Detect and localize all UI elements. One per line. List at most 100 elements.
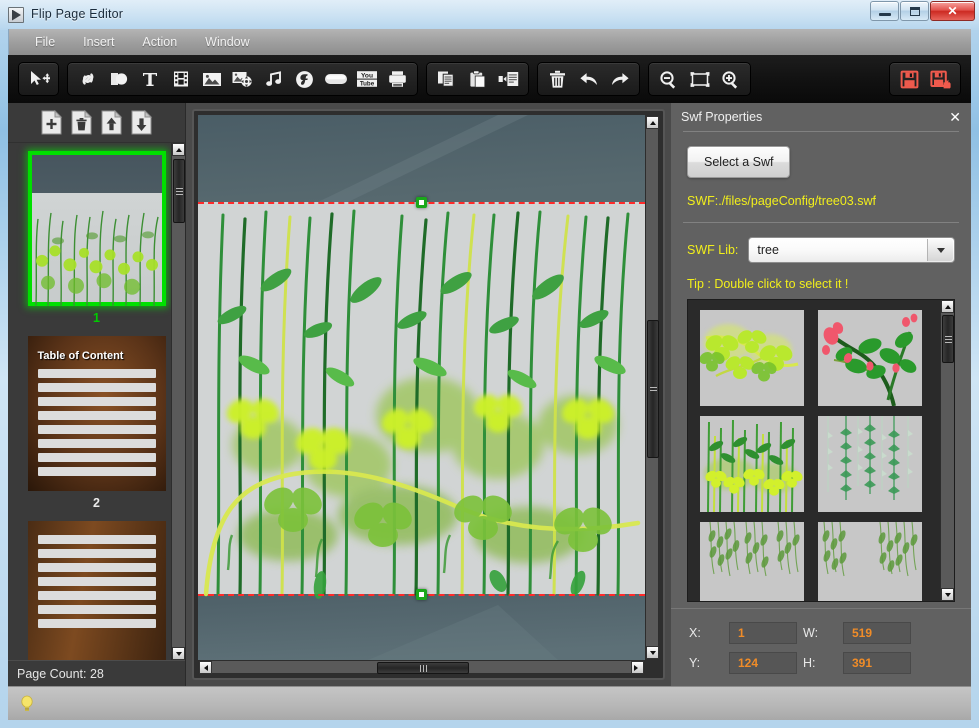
swf-item-willow-left[interactable] bbox=[700, 522, 804, 601]
move-page-down-button[interactable] bbox=[130, 109, 153, 135]
move-page-up-button[interactable] bbox=[100, 109, 123, 135]
h-label: H: bbox=[803, 655, 816, 670]
page-thumbnail-item[interactable]: 1 bbox=[27, 151, 167, 334]
h-input[interactable]: 391 bbox=[843, 651, 911, 674]
redo-button[interactable] bbox=[605, 65, 634, 93]
image-icon bbox=[202, 72, 221, 86]
pages-scroll-down-button[interactable] bbox=[172, 647, 185, 660]
music-button[interactable] bbox=[259, 65, 288, 93]
zoom-out-button[interactable] bbox=[654, 65, 683, 93]
save-button[interactable] bbox=[895, 65, 924, 93]
page-thumbnail-item[interactable]: Table of Content 2 bbox=[27, 336, 167, 519]
swf-library-grid[interactable] bbox=[687, 299, 955, 602]
zoom-in-icon bbox=[722, 70, 738, 89]
swf-item-vines-pale[interactable] bbox=[818, 416, 922, 512]
film-button[interactable] bbox=[166, 65, 195, 93]
x-input[interactable]: 1 bbox=[729, 621, 797, 644]
swf-scroll-down-button[interactable] bbox=[941, 588, 954, 601]
page2-title: Table of Content bbox=[37, 350, 124, 362]
canvas-viewport[interactable] bbox=[198, 115, 645, 660]
swf-item-flower-red[interactable] bbox=[818, 310, 922, 406]
menu-item-action[interactable]: Action bbox=[128, 31, 191, 53]
canvas-scroll-down-button[interactable] bbox=[646, 646, 659, 659]
pages-thumbnail-list[interactable]: 1 Table of Content 2 bbox=[8, 143, 185, 660]
add-page-button[interactable] bbox=[40, 109, 63, 135]
canvas-vscrollbar-thumb[interactable] bbox=[647, 320, 659, 458]
pages-toolbar bbox=[8, 103, 185, 143]
toolbar-group-select bbox=[18, 62, 59, 96]
swf-item-willow-right[interactable] bbox=[818, 522, 922, 601]
close-icon: ✕ bbox=[947, 4, 958, 18]
save-as-button[interactable] bbox=[926, 65, 955, 93]
properties-header: Swf Properties ✕ bbox=[671, 103, 971, 131]
chevron-down-icon[interactable] bbox=[927, 239, 953, 261]
swf-lib-label: SWF Lib: bbox=[687, 243, 739, 257]
youtube-button[interactable]: You Tube bbox=[352, 65, 381, 93]
multimedia-button[interactable] bbox=[228, 65, 257, 93]
shape-button[interactable] bbox=[104, 65, 133, 93]
lightbulb-icon[interactable] bbox=[20, 695, 34, 713]
swf-grid-scrollbar-thumb[interactable] bbox=[942, 315, 954, 363]
toolbar-group-clipboard bbox=[426, 62, 529, 96]
undo-button[interactable] bbox=[574, 65, 603, 93]
w-input[interactable]: 519 bbox=[843, 621, 911, 644]
button-button[interactable] bbox=[321, 65, 350, 93]
toc-line bbox=[37, 397, 156, 406]
page-thumbnail-item[interactable] bbox=[27, 521, 167, 660]
swf-item-sprouts-yellow[interactable] bbox=[700, 416, 804, 512]
canvas-scroll-left-button[interactable] bbox=[199, 661, 212, 674]
resize-handle-top[interactable] bbox=[416, 197, 427, 208]
menu-item-file[interactable]: File bbox=[21, 31, 69, 53]
close-panel-icon[interactable]: ✕ bbox=[949, 109, 961, 126]
pages-scroll-up-button[interactable] bbox=[172, 143, 185, 156]
delete-button[interactable] bbox=[543, 65, 572, 93]
delete-page-button[interactable] bbox=[70, 109, 93, 135]
text-button[interactable] bbox=[135, 65, 164, 93]
flower-red-thumb bbox=[818, 310, 922, 406]
duplicate-button[interactable] bbox=[494, 65, 523, 93]
fit-screen-button[interactable] bbox=[685, 65, 714, 93]
object-coordinates: X: 1 W: 519 Y: 124 H: 391 bbox=[671, 608, 971, 686]
toc-line bbox=[37, 563, 156, 572]
menu-item-insert[interactable]: Insert bbox=[69, 31, 128, 53]
swf-grid-scrollbar[interactable] bbox=[940, 300, 954, 601]
toc-line bbox=[37, 411, 156, 420]
zoom-in-button[interactable] bbox=[716, 65, 745, 93]
canvas-scroll-up-button[interactable] bbox=[646, 116, 659, 129]
select-swf-button[interactable]: Select a Swf bbox=[687, 146, 791, 178]
flash-icon bbox=[296, 70, 313, 88]
page-number-label: 2 bbox=[93, 496, 100, 510]
copy-button[interactable] bbox=[432, 65, 461, 93]
menu-item-window[interactable]: Window bbox=[191, 31, 263, 53]
paste-button[interactable] bbox=[463, 65, 492, 93]
page-thumbnail-2[interactable]: Table of Content bbox=[27, 336, 166, 491]
pages-scrollbar[interactable] bbox=[171, 143, 185, 660]
window-controls: ✕ bbox=[870, 1, 975, 21]
delete-page-icon bbox=[71, 109, 93, 135]
swf-item-clover-bright[interactable] bbox=[700, 310, 804, 406]
image-button[interactable] bbox=[197, 65, 226, 93]
canvas-hscrollbar-thumb[interactable] bbox=[377, 662, 469, 674]
resize-handle-bottom[interactable] bbox=[416, 589, 427, 600]
swf-lib-select[interactable]: tree bbox=[748, 237, 955, 263]
page1-artwork bbox=[34, 211, 159, 306]
swf-scroll-up-button[interactable] bbox=[941, 300, 954, 313]
youtube-icon: You Tube bbox=[356, 71, 377, 88]
canvas-vscrollbar[interactable] bbox=[645, 115, 659, 660]
canvas-scroll-right-button[interactable] bbox=[631, 661, 644, 674]
pages-scrollbar-thumb[interactable] bbox=[173, 159, 185, 223]
page-thumbnail-3[interactable] bbox=[27, 521, 166, 660]
maximize-button[interactable] bbox=[900, 1, 929, 21]
canvas-frame bbox=[192, 109, 665, 680]
link-button[interactable] bbox=[73, 65, 102, 93]
pointer-move-button[interactable] bbox=[24, 65, 53, 93]
close-button[interactable]: ✕ bbox=[930, 1, 975, 21]
flash-button[interactable] bbox=[290, 65, 319, 93]
chevron-right-icon bbox=[634, 664, 641, 671]
canvas-hscrollbar[interactable] bbox=[198, 660, 645, 674]
minimize-button[interactable] bbox=[870, 1, 899, 21]
page-thumbnail-1[interactable] bbox=[27, 151, 166, 306]
swf-library-items bbox=[688, 300, 924, 601]
y-input[interactable]: 124 bbox=[729, 651, 797, 674]
print-button[interactable] bbox=[383, 65, 412, 93]
